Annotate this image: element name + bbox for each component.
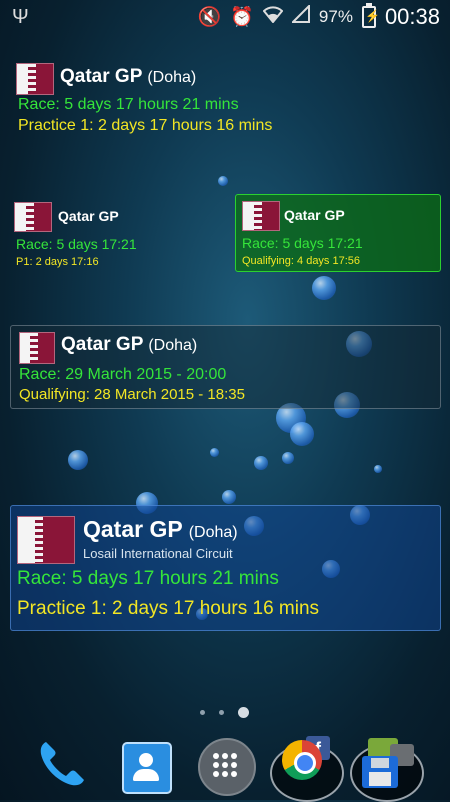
clock: 00:38 [384, 4, 440, 29]
alarm-icon: ⏰ [230, 7, 254, 28]
bubble [290, 422, 314, 446]
mute-icon: 🔇 [197, 7, 222, 28]
event-title: Qatar GP [58, 208, 119, 224]
session-date: Qualifying: 28 March 2015 - 18:35 [19, 386, 245, 403]
phone-icon[interactable] [32, 734, 92, 794]
race-countdown: Race: 5 days 17 hours 21 mins [17, 568, 279, 589]
bubble [254, 456, 268, 470]
signal-icon [290, 3, 310, 29]
app-drawer-icon[interactable] [196, 734, 256, 796]
bubble [218, 176, 228, 186]
event-title: Qatar GP [284, 207, 345, 223]
countdown-widget-2[interactable]: Qatar GP Race: 5 days 17:21 P1: 2 days 1… [14, 196, 214, 270]
circuit-name: Losail International Circuit [83, 546, 233, 561]
qatar-flag-icon [17, 516, 75, 564]
wifi-icon [262, 5, 284, 29]
qatar-flag-icon [242, 201, 280, 231]
race-countdown: Race: 5 days 17:21 [242, 235, 363, 251]
usb-icon: Ψ [12, 6, 29, 28]
floppy-disk-icon [362, 756, 398, 788]
event-title: Qatar GP (Doha) [61, 334, 198, 355]
battery-percent: 97% [318, 7, 353, 26]
session-countdown: P1: 2 days 17:16 [16, 256, 99, 268]
qatar-flag-icon [14, 202, 52, 232]
page-dot [219, 710, 224, 715]
countdown-widget-5[interactable]: Qatar GP (Doha) Losail International Cir… [10, 505, 441, 631]
page-indicator [200, 707, 249, 718]
session-countdown: Practice 1: 2 days 17 hours 16 mins [18, 117, 273, 134]
event-title: Qatar GP (Doha) [60, 66, 197, 87]
battery-charging-icon: ⚡ [361, 3, 380, 28]
chrome-folder-icon[interactable]: f [270, 734, 344, 802]
bubble [374, 465, 382, 473]
page-dot-active [238, 707, 249, 718]
qatar-flag-icon [19, 332, 55, 364]
session-countdown: Qualifying: 4 days 17:56 [242, 255, 361, 267]
countdown-widget-4[interactable]: Qatar GP (Doha) Race: 29 March 2015 - 20… [10, 325, 441, 409]
page-dot [200, 710, 205, 715]
files-folder-icon[interactable] [350, 734, 424, 802]
race-countdown: Race: 5 days 17:21 [16, 236, 137, 252]
status-bar: Ψ 🔇 ⏰ 97% ⚡ 00:38 [0, 0, 450, 34]
bubble [68, 450, 88, 470]
event-title: Qatar GP (Doha) [83, 516, 238, 542]
session-countdown: Practice 1: 2 days 17 hours 16 mins [17, 598, 320, 619]
race-date: Race: 29 March 2015 - 20:00 [19, 366, 227, 383]
qatar-flag-icon [16, 63, 54, 95]
countdown-widget-3[interactable]: Qatar GP Race: 5 days 17:21 Qualifying: … [235, 194, 441, 272]
bubble [210, 448, 219, 457]
bubble [282, 452, 294, 464]
dock: f [0, 728, 450, 802]
bubble [312, 276, 336, 300]
bubble [222, 490, 236, 504]
race-countdown: Race: 5 days 17 hours 21 mins [18, 96, 239, 113]
contacts-icon[interactable] [118, 734, 178, 794]
